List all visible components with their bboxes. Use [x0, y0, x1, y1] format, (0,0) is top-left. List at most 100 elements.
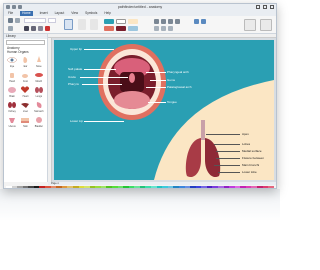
theme-style-icon[interactable] — [128, 26, 138, 31]
label-fissure-between: Fissure between — [242, 156, 265, 160]
leader-line — [82, 84, 122, 85]
bring-front-icon[interactable] — [154, 26, 159, 31]
skin-icon — [21, 118, 30, 123]
symbol-lungs[interactable]: Lungs — [33, 86, 45, 99]
hand-icon — [10, 73, 15, 78]
italic-icon[interactable] — [31, 26, 36, 31]
fill-style-icon[interactable] — [104, 19, 114, 24]
line-style-icon[interactable] — [116, 19, 126, 24]
leader-line — [214, 144, 240, 145]
symbol-kidney[interactable]: Kidney — [6, 101, 18, 114]
color-swatch[interactable] — [268, 186, 274, 188]
symbol-brain[interactable]: Brain — [6, 86, 18, 99]
minimize-icon[interactable] — [256, 5, 260, 9]
send-back-icon[interactable] — [161, 26, 166, 31]
symbol-liver[interactable]: Liver — [19, 101, 31, 114]
kidney-icon — [8, 102, 17, 108]
font-color-icon[interactable] — [45, 26, 50, 31]
style-gallery-icon[interactable] — [260, 19, 272, 31]
ribbon-toolbar — [4, 16, 276, 34]
leader-line — [146, 72, 166, 73]
lungs-icon — [34, 87, 43, 93]
underline-icon[interactable] — [38, 26, 43, 31]
symbol-bladder[interactable]: Bladder — [33, 116, 45, 129]
background-fade — [0, 189, 280, 270]
brain-icon — [8, 87, 17, 93]
leader-line — [84, 49, 114, 50]
group-icon[interactable] — [168, 19, 173, 24]
label-apex: Apex — [242, 132, 249, 136]
leader-line — [80, 77, 128, 78]
symbol-hand[interactable]: Hand — [6, 71, 18, 84]
copy-icon[interactable] — [8, 26, 13, 31]
tongue — [114, 91, 150, 109]
anatomy-diagram — [98, 44, 274, 180]
liver-icon — [21, 103, 30, 108]
mouth-icon — [34, 73, 43, 77]
symbol-mouth[interactable]: Mouth — [33, 71, 45, 84]
size-icon[interactable] — [168, 26, 173, 31]
title-bar: pathfinder/untitled - anatomy — [4, 4, 276, 11]
symbol-nose[interactable]: Nose — [33, 56, 45, 69]
symbol-foot[interactable]: Foot — [19, 71, 31, 84]
drawing-canvas[interactable]: Upper lip Soft palate Uvula Pharynx Phar… — [52, 38, 276, 182]
leader-line — [84, 121, 124, 122]
eye-icon — [7, 57, 17, 63]
font-family-select[interactable] — [24, 18, 46, 23]
library-header: Library — [4, 34, 47, 39]
label-medial-surface: Medial surface — [242, 149, 262, 153]
leader-line — [146, 87, 166, 88]
bold-icon[interactable] — [24, 26, 29, 31]
label-tongue: Tongue — [167, 100, 177, 104]
diagram-page: Upper lip Soft palate Uvula Pharynx Phar… — [54, 40, 274, 180]
leader-line — [150, 80, 166, 81]
uvula — [129, 73, 135, 83]
close-icon[interactable] — [270, 5, 274, 9]
symbol-library-panel: Library Anatomy Human Organs Eye Ear Nos… — [4, 34, 48, 182]
bladder-icon — [35, 117, 42, 123]
color-palette-bar — [4, 185, 276, 188]
distribute-icon[interactable] — [161, 19, 166, 24]
font-size-select[interactable] — [48, 18, 56, 23]
window-title: pathfinder/untitled - anatomy — [117, 5, 163, 9]
select-tool-icon[interactable] — [64, 19, 73, 30]
symbol-heart[interactable]: Heart — [19, 86, 31, 99]
label-lower-lobe: Lower lobe — [242, 170, 257, 174]
text-tool-icon[interactable] — [78, 19, 86, 30]
theme-style-icon[interactable] — [104, 26, 114, 31]
find-icon[interactable] — [194, 19, 199, 24]
label-upper-lip: Upper lip — [70, 47, 83, 51]
theme-icon[interactable] — [244, 19, 256, 31]
ear-icon — [23, 57, 28, 63]
leader-line — [206, 134, 240, 135]
label-uvula: Uvula — [68, 75, 76, 79]
label-lower-lip: Lower Lip — [70, 119, 84, 123]
theme-style-icon[interactable] — [116, 26, 126, 31]
replace-icon[interactable] — [201, 19, 206, 24]
nose-icon — [36, 56, 41, 62]
application-window: pathfinder/untitled - anatomy File Home … — [3, 3, 277, 189]
library-search-input[interactable] — [6, 40, 45, 45]
leader-line — [148, 102, 166, 103]
symbol-skin[interactable]: Skin — [19, 116, 31, 129]
symbol-ear[interactable]: Ear — [19, 56, 31, 69]
maximize-icon[interactable] — [263, 5, 267, 9]
align-icon[interactable] — [154, 19, 159, 24]
symbol-stomach[interactable]: Stomach — [33, 101, 45, 114]
label-gums: Gums — [167, 78, 176, 82]
mouth-illustration — [98, 44, 166, 120]
label-main-bronchi: Main bronchi — [242, 163, 260, 167]
connector-tool-icon[interactable] — [90, 19, 98, 30]
heart-icon — [21, 86, 30, 93]
rotate-icon[interactable] — [175, 19, 180, 24]
leader-line — [218, 172, 240, 173]
leader-line — [214, 165, 240, 166]
leader-line — [216, 151, 240, 152]
paste-icon[interactable] — [8, 18, 13, 23]
window-controls — [256, 5, 274, 9]
shadow-style-icon[interactable] — [128, 19, 138, 24]
symbol-uterus[interactable]: Uterus — [6, 116, 18, 129]
symbol-eye[interactable]: Eye — [6, 56, 18, 69]
stomach-icon — [36, 102, 42, 108]
cut-icon[interactable] — [15, 18, 20, 23]
